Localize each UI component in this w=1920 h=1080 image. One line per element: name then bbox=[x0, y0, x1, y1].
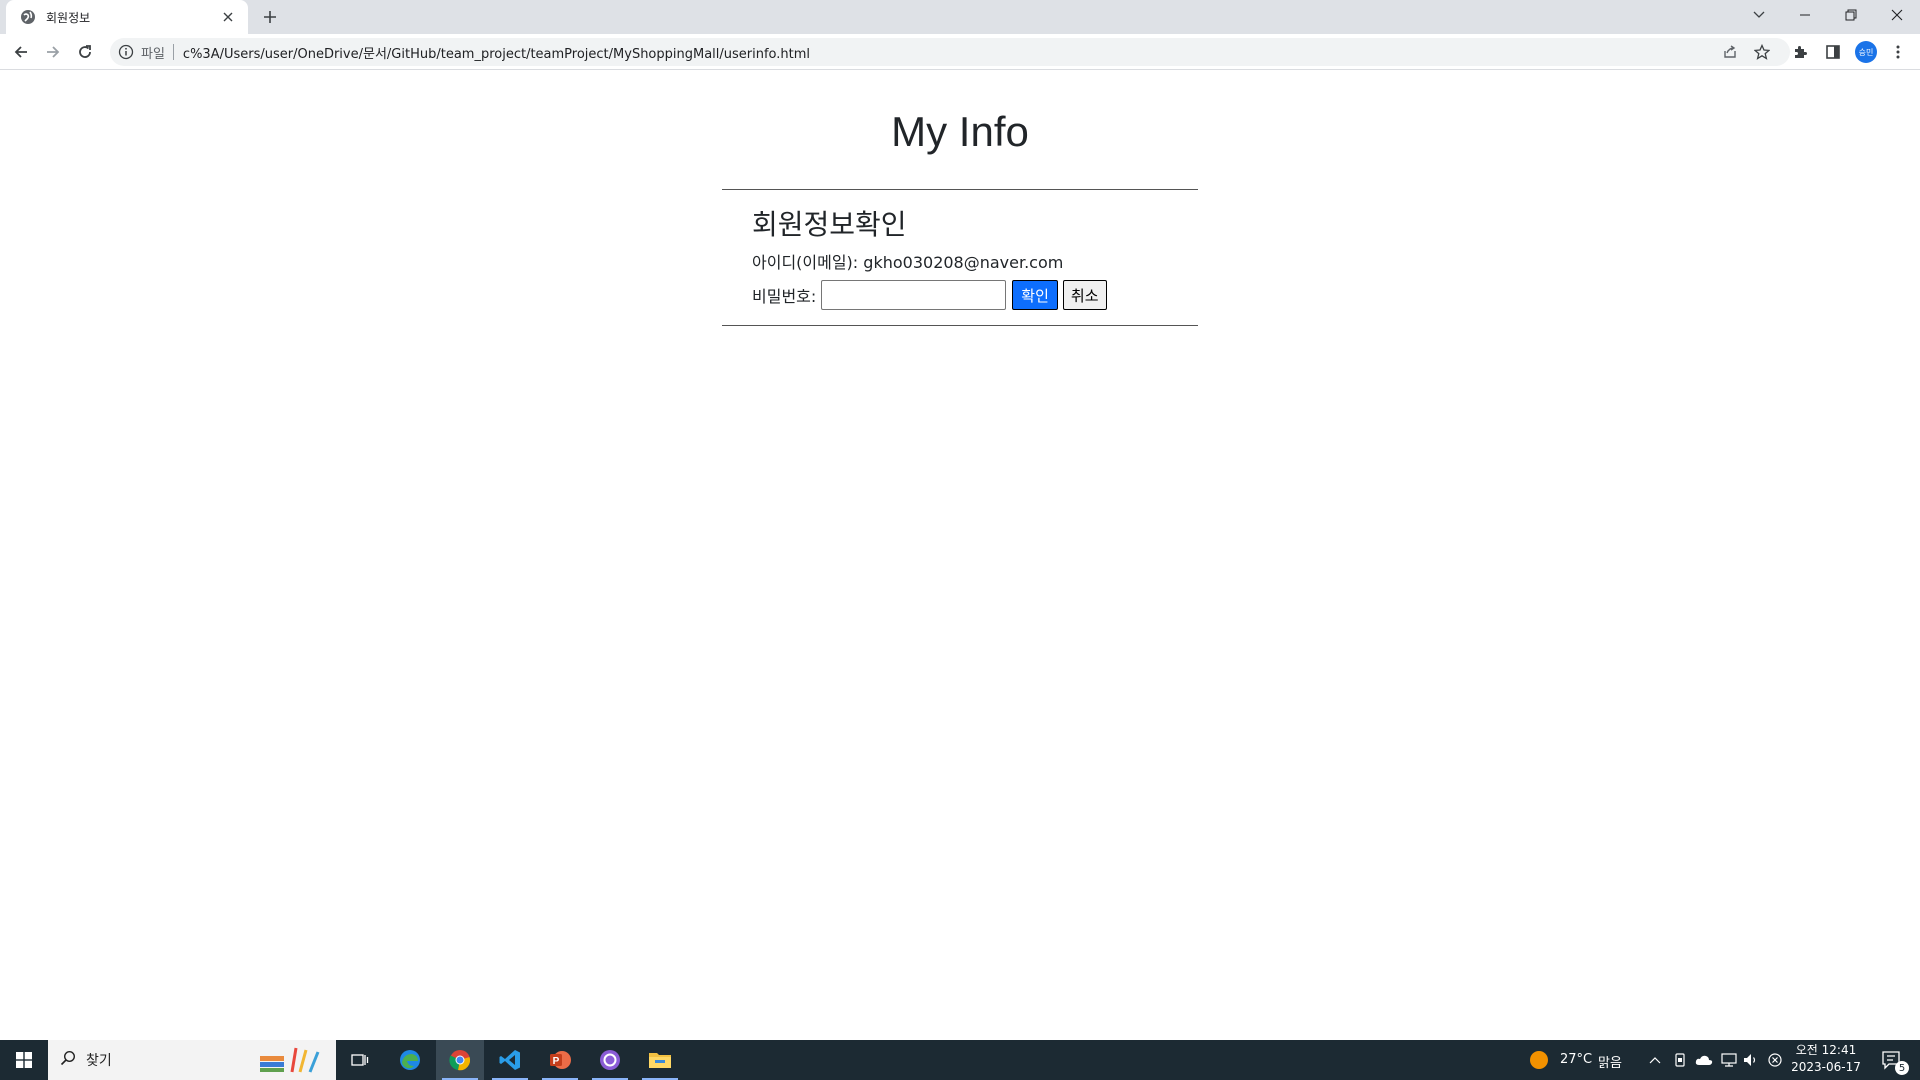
notification-badge: 5 bbox=[1895, 1061, 1909, 1075]
restore-icon[interactable] bbox=[1828, 0, 1874, 30]
id-row: 아이디(이메일): gkho030208@naver.com bbox=[752, 249, 1063, 273]
chevron-up-icon[interactable] bbox=[1648, 1040, 1662, 1080]
id-value: gkho030208@naver.com bbox=[863, 253, 1064, 272]
clock-date: 2023-06-17 bbox=[1791, 1060, 1861, 1074]
taskbar-search[interactable]: 찾기 bbox=[48, 1040, 336, 1080]
share-icon[interactable] bbox=[1716, 38, 1744, 66]
powerpoint-icon[interactable]: P bbox=[536, 1040, 584, 1080]
windows-start-icon[interactable] bbox=[0, 1040, 48, 1080]
page-title: My Info bbox=[891, 108, 1029, 155]
password-input[interactable] bbox=[821, 280, 1007, 310]
onedrive-icon[interactable] bbox=[1694, 1040, 1714, 1080]
extensions-icon[interactable] bbox=[1786, 38, 1814, 66]
new-tab-button[interactable] bbox=[258, 5, 282, 29]
taskbar: 찾기 P 27°C 맑음 5 bbox=[0, 1040, 1920, 1080]
section-title: 회원정보확인 bbox=[752, 208, 907, 241]
device-icon[interactable] bbox=[1672, 1040, 1688, 1080]
confirm-button[interactable]: 확인 bbox=[1012, 280, 1058, 310]
url-text: c%3A/Users/user/OneDrive/문서/GitHub/team_… bbox=[182, 46, 811, 62]
taskbar-clock[interactable]: 오전 12:41 2023-06-17 bbox=[1780, 1042, 1872, 1076]
menu-icon[interactable] bbox=[1884, 38, 1912, 66]
password-row: 비밀번호: 확인 취소 bbox=[752, 280, 1107, 310]
tab-strip: 회원정보 bbox=[0, 0, 1920, 34]
minimize-icon[interactable] bbox=[1782, 0, 1828, 30]
id-label: 아이디(이메일): bbox=[752, 253, 859, 272]
search-placeholder: 찾기 bbox=[86, 1053, 112, 1069]
tab-title: 회원정보 bbox=[46, 10, 91, 25]
profile-avatar[interactable]: 승민 bbox=[1855, 41, 1877, 63]
back-icon[interactable] bbox=[7, 38, 35, 66]
github-desktop-icon[interactable] bbox=[586, 1040, 634, 1080]
search-icon bbox=[60, 1050, 76, 1070]
address-bar[interactable]: 파일 c%3A/Users/user/OneDrive/문서/GitHub/te… bbox=[110, 38, 1790, 66]
weather-temp: 27°C bbox=[1560, 1052, 1593, 1067]
close-window-icon[interactable] bbox=[1874, 0, 1920, 30]
side-panel-icon[interactable] bbox=[1819, 38, 1847, 66]
search-highlight-icon bbox=[258, 1046, 330, 1078]
cancel-button[interactable]: 취소 bbox=[1062, 280, 1107, 310]
file-explorer-icon[interactable] bbox=[636, 1040, 684, 1080]
weather-condition: 맑음 bbox=[1598, 1056, 1622, 1071]
notification-center-icon[interactable]: 5 bbox=[1872, 1040, 1912, 1080]
task-view-icon[interactable] bbox=[336, 1040, 384, 1080]
weather-sun-icon[interactable] bbox=[1528, 1040, 1550, 1080]
globe-icon bbox=[20, 9, 36, 25]
bookmark-star-icon[interactable] bbox=[1748, 38, 1776, 66]
scheme-label: 파일 bbox=[141, 46, 165, 62]
top-divider bbox=[722, 189, 1198, 190]
vscode-icon[interactable] bbox=[486, 1040, 534, 1080]
edge-icon[interactable] bbox=[386, 1040, 434, 1080]
bottom-divider bbox=[722, 325, 1198, 326]
volume-icon[interactable] bbox=[1742, 1040, 1760, 1080]
browser-tab[interactable]: 회원정보 bbox=[6, 0, 248, 34]
address-separator bbox=[172, 44, 174, 60]
close-tab-icon[interactable] bbox=[220, 9, 236, 25]
forward-icon[interactable] bbox=[39, 38, 67, 66]
chrome-icon[interactable] bbox=[436, 1040, 484, 1080]
tab-search-icon[interactable] bbox=[1736, 0, 1782, 30]
browser-toolbar: 파일 c%3A/Users/user/OneDrive/문서/GitHub/te… bbox=[0, 34, 1920, 70]
network-icon[interactable] bbox=[1720, 1040, 1738, 1080]
clock-time: 오전 12:41 bbox=[1795, 1043, 1857, 1057]
site-info-icon[interactable] bbox=[118, 44, 134, 60]
password-label: 비밀번호: bbox=[752, 287, 817, 306]
reload-icon[interactable] bbox=[71, 38, 99, 66]
svg-text:P: P bbox=[553, 1056, 560, 1067]
